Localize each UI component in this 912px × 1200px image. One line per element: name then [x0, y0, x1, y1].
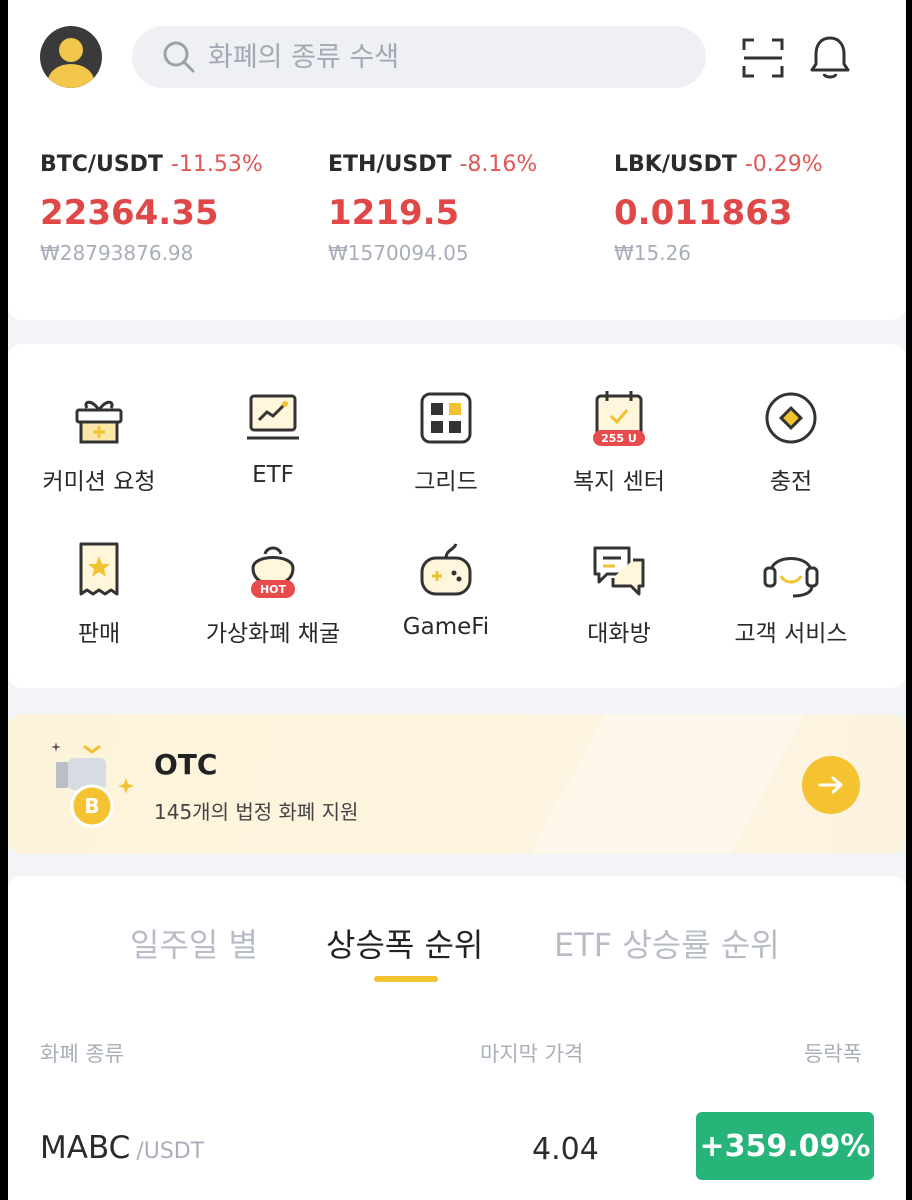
- shortcut-commission[interactable]: 커미션 요청: [11, 388, 187, 528]
- shortcut-mining[interactable]: HOT 가상화폐 채굴: [185, 540, 361, 680]
- headset-icon: [763, 557, 819, 598]
- column-header-change: 등락폭: [804, 1042, 862, 1066]
- gift-icon: [75, 400, 123, 444]
- shortcut-welfare[interactable]: 255 U 복지 센터: [531, 388, 707, 528]
- bell-icon[interactable]: [808, 34, 852, 80]
- avatar[interactable]: [40, 26, 102, 88]
- avatar-body: [48, 64, 94, 88]
- receipt-icon: [79, 542, 119, 596]
- shortcut-grid-trading[interactable]: 그리드: [358, 388, 534, 528]
- shortcut-label: ETF: [252, 462, 294, 488]
- shortcut-label: 그리드: [414, 469, 478, 495]
- welfare-badge: 255 U: [601, 432, 637, 445]
- tab-gainers[interactable]: 상승폭 순위: [326, 920, 483, 966]
- otc-subtitle: 145개의 법정 화폐 지원: [154, 800, 359, 824]
- search-input[interactable]: [208, 41, 668, 73]
- arrow-right-icon: [818, 776, 843, 794]
- shortcut-gamefi[interactable]: GameFi: [358, 540, 534, 680]
- shortcut-label: 고객 서비스: [734, 621, 848, 647]
- coin-base: MABC: [40, 1130, 131, 1166]
- ticker-lbk[interactable]: LBK/USDT -0.29% 0.011863 ₩15.26: [614, 152, 894, 265]
- ticker-pair: LBK/USDT -0.29%: [614, 152, 823, 177]
- grid-icon: [420, 392, 472, 444]
- tab-etf-gainers[interactable]: ETF 상승률 순위: [554, 920, 780, 966]
- ticker-price: 22364.35: [40, 193, 219, 233]
- search-bar[interactable]: [132, 26, 706, 88]
- otc-coin-illustration: B: [51, 742, 134, 828]
- ticker-change: -8.16%: [459, 152, 538, 177]
- otc-go-button[interactable]: [802, 756, 860, 814]
- shortcut-label: 판매: [77, 621, 121, 647]
- coin-quote: /USDT: [136, 1139, 205, 1164]
- header: BTC/USDT-11.53% 22364.35 ₩28793876.98 ET…: [8, 0, 906, 320]
- ticker-krw: ₩28793876.98: [40, 241, 194, 265]
- banner-stripe: [530, 714, 806, 854]
- ticker-price: 0.011863: [614, 193, 793, 233]
- mining-badge: HOT: [260, 583, 287, 596]
- gamepad-icon: [420, 543, 472, 596]
- shortcut-chat[interactable]: 대화방: [531, 540, 707, 680]
- active-tab-indicator: [374, 976, 438, 982]
- ticker-change: -0.29%: [744, 152, 823, 177]
- ticker-krw: ₩15.26: [614, 241, 692, 265]
- otc-title: OTC: [154, 748, 218, 781]
- shortcut-sell[interactable]: 판매: [11, 540, 187, 680]
- shortcut-label: 충전: [769, 469, 813, 495]
- shortcut-label: GameFi: [402, 614, 490, 640]
- shortcut-label: 커미션 요청: [42, 469, 156, 495]
- tab-weekly[interactable]: 일주일 별: [130, 920, 258, 966]
- ticker-change: -11.53%: [170, 152, 263, 177]
- chat-icon: [593, 546, 645, 596]
- ticker-pair: ETH/USDT -8.16%: [328, 152, 538, 177]
- svg-text:B: B: [84, 794, 99, 818]
- search-icon: [163, 41, 195, 73]
- shortcut-label: 가상화폐 채굴: [205, 621, 341, 647]
- deposit-icon: [765, 392, 817, 444]
- shortcut-label: 대화방: [587, 621, 651, 647]
- shortcut-etf[interactable]: ETF: [185, 388, 361, 528]
- chart-monitor-icon: [247, 394, 299, 440]
- change-badge[interactable]: +359.09%: [696, 1112, 874, 1180]
- column-header-coin: 화폐 종류: [40, 1042, 124, 1066]
- ranking-panel: 일주일 별 상승폭 순위 ETF 상승률 순위 화폐 종류 마지막 가격 등락폭…: [8, 876, 906, 1200]
- avatar-head: [59, 38, 83, 62]
- ticker-eth[interactable]: ETH/USDT -8.16% 1219.5 ₩1570094.05: [328, 152, 608, 265]
- mining-icon: HOT: [251, 546, 295, 598]
- table-row-price: 4.04: [532, 1132, 599, 1167]
- otc-banner[interactable]: B OTC 145개의 법정 화폐 지원: [8, 714, 906, 854]
- table-row-name[interactable]: MABC/USDT: [40, 1130, 204, 1166]
- column-header-price: 마지막 가격: [480, 1042, 584, 1066]
- shortcut-grid: 커미션 요청 ETF 그리드 255 U 복지 센터 충전 판매 HOT 가상화…: [8, 344, 906, 688]
- shortcut-support[interactable]: 고객 서비스: [703, 540, 879, 680]
- ticker-pair: BTC/USDT -11.53%: [40, 152, 263, 177]
- ticker-krw: ₩1570094.05: [328, 241, 469, 265]
- shortcut-deposit[interactable]: 충전: [703, 388, 879, 528]
- calendar-reward-icon: 255 U: [593, 391, 645, 446]
- shortcut-label: 복지 센터: [573, 469, 665, 495]
- ticker-price: 1219.5: [328, 193, 460, 233]
- scan-icon[interactable]: [742, 38, 784, 78]
- ticker-btc[interactable]: BTC/USDT -11.53% 22364.35 ₩28793876.98: [40, 152, 320, 265]
